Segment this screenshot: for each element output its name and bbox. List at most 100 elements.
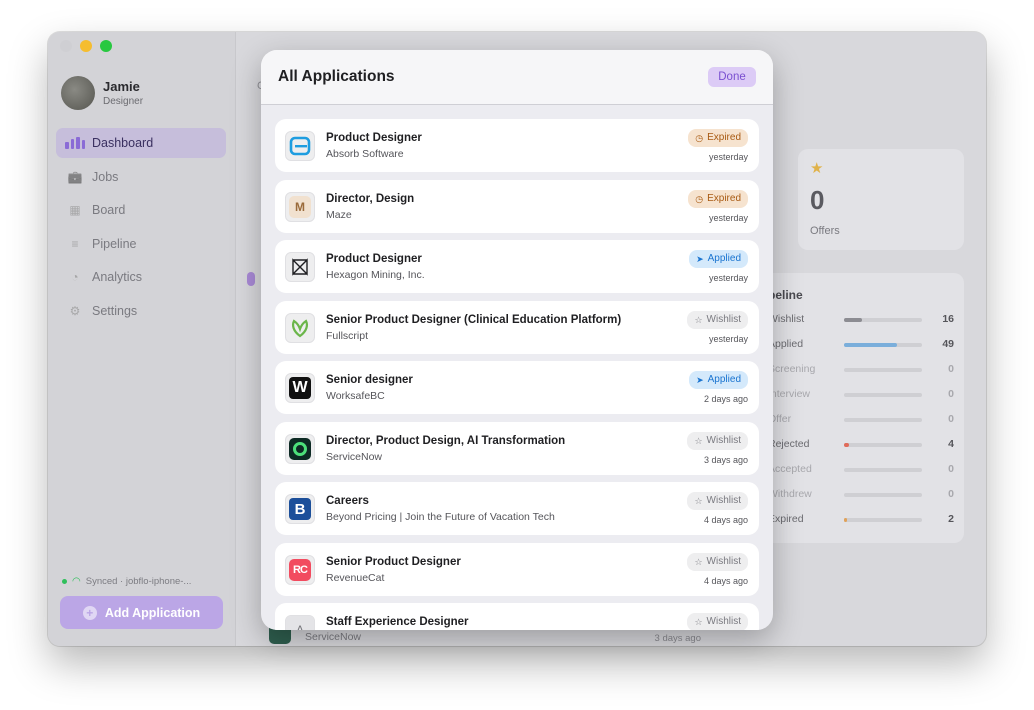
status-label: Expired [707, 192, 741, 204]
application-company: Absorb Software [326, 148, 404, 160]
status-badge: ➤ Applied [689, 371, 748, 389]
offers-count: 0 [810, 185, 825, 215]
pipeline-bar-fill [844, 318, 862, 322]
status-label: Expired [707, 132, 741, 143]
application-title: Staff Experience Designer [326, 616, 469, 628]
application-company: Maze [326, 208, 352, 221]
application-row[interactable]: W Senior designer WorksafeBC ➤ Applied 2 days… [275, 361, 759, 414]
pipeline-count: 0 [948, 488, 954, 500]
application-title: Senior Product Designer (Clinical Educat… [326, 313, 622, 326]
pipeline-row: Offer 0 [768, 413, 958, 427]
application-title: Product Designer [326, 132, 422, 144]
status-label: Wishlist [706, 495, 741, 506]
user-role: Designer [103, 96, 144, 107]
modal-header: All Applications Done [261, 50, 773, 105]
avatar [61, 76, 95, 110]
application-row[interactable]: Product Designer Absorb Software ◷ Expired y… [275, 119, 759, 172]
sidebar-item-analytics[interactable]: ◔ Analytics [56, 262, 226, 292]
time-ago: yesterday [708, 333, 748, 344]
application-row[interactable]: Senior Product Designer (Clinical Educat… [275, 300, 759, 354]
pipeline-bar [844, 318, 922, 322]
pipeline-title: peline [768, 288, 803, 302]
time-ago: 4 days ago [703, 575, 748, 586]
application-row[interactable]: Director, Product Design, AI Transformat… [275, 421, 759, 475]
sidebar-item-pipeline[interactable]: ≡ Pipeline [56, 229, 226, 259]
pipeline-bar [844, 443, 922, 447]
all-applications-modal: All Applications Done Product Designer Ab… [261, 50, 773, 630]
pipeline-count: 0 [948, 388, 954, 400]
sidebar-item-label: Settings [92, 303, 138, 318]
pipeline-count: 2 [948, 513, 954, 525]
company-logo-worksafe: W [285, 373, 315, 403]
pipeline-label: Screening [768, 363, 816, 375]
pipeline-count: 49 [942, 338, 954, 350]
plus-icon: + [82, 605, 97, 620]
sidebar-item-label: Board [92, 203, 126, 217]
pipeline-row: Screening 0 [768, 363, 958, 377]
done-button[interactable]: Done [708, 67, 756, 87]
sync-status: ◠ Synced · jobflo-iphone-... [62, 576, 191, 587]
status-badge: ➤ Applied [689, 250, 748, 268]
pipeline-bar [844, 368, 922, 372]
status-badge: ☆ Wishlist [687, 492, 748, 510]
application-company: Hexagon Mining, Inc. [326, 269, 425, 281]
status-badge: ☆ Wishlist [687, 552, 748, 571]
user-name: Jamie [103, 79, 140, 94]
sidebar-item-label: Dashboard [92, 136, 154, 150]
status-badge: ☆ Wishlist [687, 613, 748, 630]
sidebar-item-dashboard[interactable]: Dashboard [56, 128, 226, 158]
sidebar-item-board[interactable]: ▦ Board [56, 195, 226, 225]
application-row[interactable]: Product Designer Hexagon Mining, Inc. ➤ App… [275, 240, 759, 293]
time-ago: 3 days ago [654, 633, 701, 644]
pipeline-bar-fill [844, 443, 849, 447]
company-name: ServiceNow [305, 631, 362, 643]
application-company: Beyond Pricing | Join the Future of Vaca… [326, 511, 555, 523]
star-icon: ☆ [694, 435, 703, 446]
applications-list: Product Designer Absorb Software ◷ Expired y… [275, 119, 759, 630]
pipeline-row: Wishlist 16 [768, 313, 958, 327]
sidebar-item-label: Pipeline [92, 236, 137, 251]
pipeline-label: Withdrew [768, 488, 812, 500]
star-icon: ☆ [694, 314, 703, 325]
window-controls [60, 40, 112, 52]
star-icon: ★ [810, 160, 824, 177]
status-label: Wishlist [706, 616, 741, 627]
pipeline-bar [844, 418, 922, 422]
board-icon: ▦ [69, 203, 81, 217]
pipeline-label: Applied [768, 338, 804, 350]
application-row[interactable]: B Careers Beyond Pricing | Join the Future… [275, 482, 759, 535]
minimize-window-button[interactable] [80, 40, 92, 52]
user-profile[interactable]: Jamie Designer [61, 76, 143, 110]
company-logo-maze: M [285, 191, 315, 222]
pipeline-row: Withdrew 0 [768, 488, 958, 502]
company-logo-hexagon [285, 252, 315, 282]
status-badge: ◷ Expired [688, 189, 748, 208]
application-row[interactable]: RC Senior Product Designer RevenueCat ☆ Wish… [275, 542, 759, 596]
maximize-window-button[interactable] [100, 40, 112, 52]
close-window-button[interactable] [60, 40, 72, 52]
application-company: WorksafeBC [326, 390, 385, 402]
sidebar-item-settings[interactable]: ⚙ Settings [56, 296, 226, 326]
pipeline-bar [844, 468, 922, 472]
pipeline-count: 0 [948, 363, 954, 375]
pipeline-card: peline Wishlist 16 Applied 49 Screening 0 Inte… [756, 273, 964, 543]
status-label: Applied [707, 253, 741, 264]
status-label: Wishlist [706, 434, 741, 446]
clock-icon: ◷ [695, 133, 704, 143]
pie-chart-icon: ◔ [71, 270, 79, 284]
sidebar-item-jobs[interactable]: 💼 Jobs [56, 162, 226, 192]
company-logo-absorb [285, 131, 315, 161]
company-logo-revenuecat: RC [285, 554, 315, 585]
application-row[interactable]: M Director, Design Maze ◷ Expired yesterday [275, 179, 759, 233]
pipeline-label: Accepted [768, 463, 812, 475]
status-label: Wishlist [706, 313, 741, 325]
pipeline-row: Rejected 4 [768, 438, 958, 452]
application-title: Director, Product Design, AI Transformat… [326, 434, 566, 447]
application-row[interactable]: A Staff Experience Designer ☆ Wishlist [275, 603, 759, 630]
pipeline-bar [844, 393, 922, 397]
status-badge: ☆ Wishlist [687, 310, 748, 329]
add-application-button[interactable]: + Add Application [60, 596, 223, 629]
company-logo-fullscript [285, 312, 315, 343]
wifi-icon: ◠ [72, 576, 81, 587]
dashboard-icon [65, 136, 85, 150]
